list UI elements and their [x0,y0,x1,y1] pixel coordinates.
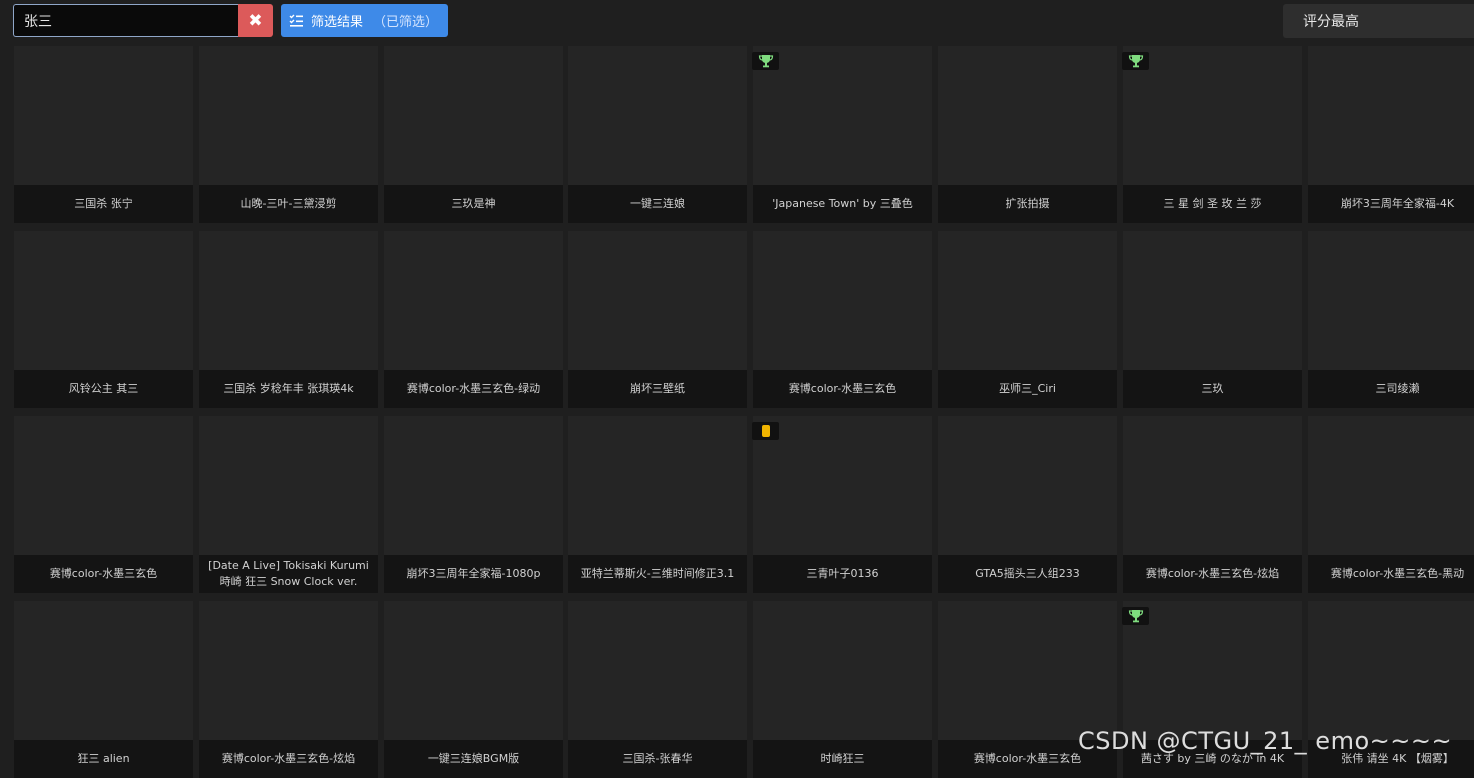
wallpaper-card[interactable]: 三玖是神 [384,46,563,223]
wallpaper-card[interactable]: 赛博color-水墨三玄色-炫焰 [1123,416,1302,593]
card-title: 一键三连娘BGM版 [384,740,563,778]
wallpaper-card[interactable]: 崩坏3三周年全家福-1080p [384,416,563,593]
wallpaper-card[interactable]: 赛博color-水墨三玄色 [14,416,193,593]
card-title: 赛博color-水墨三玄色 [14,555,193,593]
sort-label: 评分最高 [1303,14,1359,30]
card-title: 赛博color-水墨三玄色-炫焰 [1123,555,1302,593]
trophy-icon [1122,52,1149,70]
card-title: 三国杀 张宁 [14,185,193,223]
wallpaper-card[interactable]: 'Japanese Town' by 三叠色 [752,46,932,223]
card-title: 崩坏3三周年全家福-1080p [384,555,563,593]
wallpaper-card[interactable]: 三国杀 岁稔年丰 张琪瑛4k [199,231,378,408]
wallpaper-card[interactable]: 三玖 [1123,231,1302,408]
wallpaper-card[interactable]: 山晚-三叶-三黛浸剪 [199,46,378,223]
card-title: 三国杀 岁稔年丰 张琪瑛4k [199,370,378,408]
filter-status-tag: （已筛选） [373,15,439,30]
card-title: 崩坏三壁纸 [568,370,747,408]
card-title: 三国杀-张春华 [568,740,747,778]
wallpaper-card[interactable]: 狂三 alien [14,601,193,778]
sort-select[interactable]: 评分最高 [1283,4,1474,38]
wallpaper-card[interactable]: 风铃公主 其三 [14,231,193,408]
card-title: 时崎狂三 [753,740,932,778]
card-title: 山晚-三叶-三黛浸剪 [199,185,378,223]
coin-icon [752,422,779,440]
wallpaper-card[interactable]: 赛博color-水墨三玄色-黑动 [1308,416,1474,593]
card-title: 狂三 alien [14,740,193,778]
wallpaper-card[interactable]: 崩坏三壁纸 [568,231,747,408]
card-title: 三司绫濑 [1308,370,1474,408]
card-title: 赛博color-水墨三玄色 [753,370,932,408]
card-title: 三青叶子0136 [753,555,932,593]
card-title: 一键三连娘 [568,185,747,223]
close-icon: ✖ [248,10,263,31]
trophy-icon [752,52,779,70]
card-title: 巫师三_Ciri [938,370,1117,408]
wallpaper-card[interactable]: 时崎狂三 [753,601,932,778]
card-title: 赛博color-水墨三玄色-绿动 [384,370,563,408]
wallpaper-card[interactable]: 巫师三_Ciri [938,231,1117,408]
wallpaper-card[interactable]: 三青叶子0136 [752,416,932,593]
wallpaper-card[interactable]: 一键三连娘 [568,46,747,223]
search-input[interactable] [13,4,238,37]
wallpaper-card[interactable]: 赛博color-水墨三玄色 [753,231,932,408]
card-title: 三 星 剑 圣 玫 兰 莎 [1123,185,1302,223]
wallpaper-card[interactable]: 三国杀-张春华 [568,601,747,778]
card-title: GTA5摇头三人组233 [938,555,1117,593]
trophy-icon [1122,607,1149,625]
card-title: 赛博color-水墨三玄色-黑动 [1308,555,1474,593]
card-title: 三玖 [1123,370,1302,408]
watermark: CSDN @CTGU_21_ emo~~~~ [1078,727,1453,755]
card-title: 亚特兰蒂斯火-三维时间修正3.1 [568,555,747,593]
wallpaper-card[interactable]: 崩坏3三周年全家福-4K [1308,46,1474,223]
card-title: 风铃公主 其三 [14,370,193,408]
wallpaper-card[interactable]: 赛博color-水墨三玄色-炫焰 [199,601,378,778]
wallpaper-card[interactable]: 赛博color-水墨三玄色-绿动 [384,231,563,408]
card-title: 崩坏3三周年全家福-4K [1308,185,1474,223]
card-title: 'Japanese Town' by 三叠色 [753,185,932,223]
wallpaper-card[interactable]: 三国杀 张宁 [14,46,193,223]
wallpaper-card[interactable]: 三 星 剑 圣 玫 兰 莎 [1122,46,1302,223]
card-title: 扩张拍摄 [938,185,1117,223]
card-title: 赛博color-水墨三玄色-炫焰 [199,740,378,778]
filter-label: 筛选结果 [311,15,364,30]
wallpaper-card[interactable]: GTA5摇头三人组233 [938,416,1117,593]
wallpaper-card[interactable]: 一键三连娘BGM版 [384,601,563,778]
clear-search-button[interactable]: ✖ [238,4,273,37]
filter-results-button[interactable]: 筛选结果 （已筛选） [281,4,448,37]
wallpaper-card[interactable]: [Date A Live] Tokisaki Kurumi 時崎 狂三 Snow… [199,416,378,593]
card-title: [Date A Live] Tokisaki Kurumi 時崎 狂三 Snow… [199,555,378,593]
list-check-icon [289,14,303,27]
wallpaper-card[interactable]: 三司绫濑 [1308,231,1474,408]
wallpaper-card[interactable]: 亚特兰蒂斯火-三维时间修正3.1 [568,416,747,593]
wallpaper-card[interactable]: 扩张拍摄 [938,46,1117,223]
card-title: 三玖是神 [384,185,563,223]
